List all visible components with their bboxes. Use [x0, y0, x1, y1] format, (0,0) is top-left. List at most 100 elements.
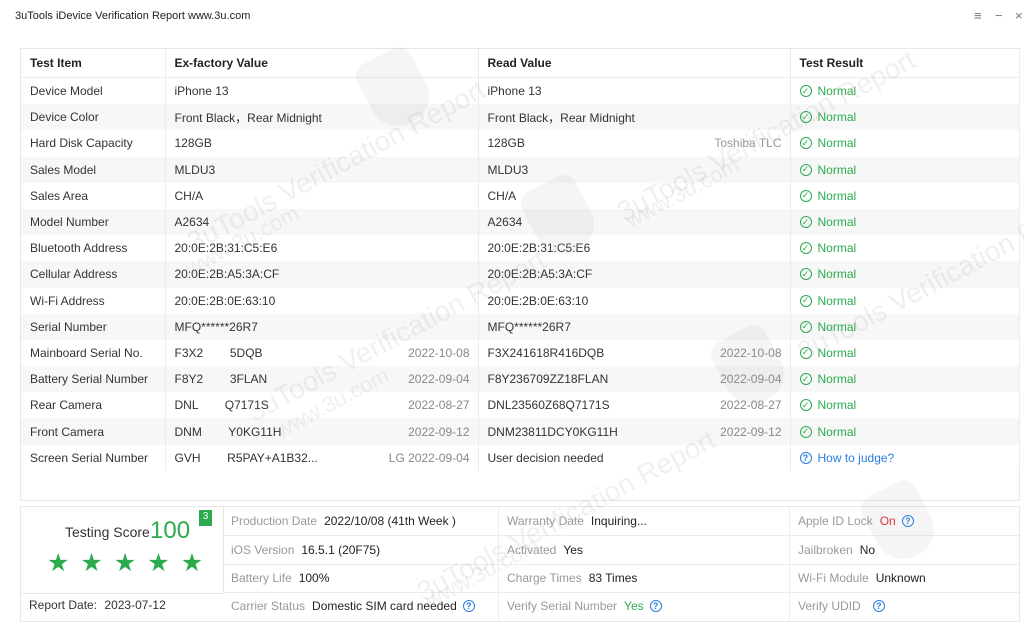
table-row: Battery Serial Number F8Y2 3FLAN 2022-09-0…: [21, 366, 1020, 393]
ex-factory-value: CH/A: [174, 188, 204, 203]
result-normal: ✓ Normal: [799, 398, 856, 412]
test-result-cell: ✓ Normal: [790, 287, 1020, 314]
test-result-cell: ✓ Normal: [790, 392, 1020, 419]
star-icon: ★: [147, 549, 170, 577]
header-read-value: Read Value: [478, 49, 791, 78]
read-value: User decision needed: [487, 450, 604, 465]
warranty-date: Warranty Date Inquiring...: [507, 514, 647, 528]
ex-factory-value: MFQ******26R7: [174, 319, 258, 334]
table-row: Front Camera DNM Y0KG11H 2022-09-12 DNM2381…: [21, 418, 1020, 445]
ex-factory-value-cell: 20:0E:2B:0E:63:10: [165, 287, 479, 314]
check-circle-icon: ✓: [799, 137, 812, 150]
read-value: 20:0E:2B:A5:3A:CF: [487, 267, 593, 282]
read-value-cell: MLDU3: [478, 156, 791, 183]
read-value-extra: 2022-09-12: [720, 424, 782, 439]
read-value: 20:0E:2B:31:C5:E6: [487, 241, 591, 256]
table-row: Sales Model MLDU3 MLDU3 ✓ Normal: [21, 156, 1020, 183]
test-item-label: Cellular Address: [30, 267, 118, 282]
test-result-cell: ✓ Normal: [790, 261, 1020, 288]
test-item-cell: Device Model: [21, 77, 166, 105]
test-item-label: Wi-Fi Address: [30, 293, 105, 308]
read-value-cell: DNM23811DCY0KG11H 2022-09-12: [478, 418, 791, 445]
title-bar: 3uTools iDevice Verification Report www.…: [0, 0, 1024, 34]
how-to-judge-link[interactable]: ? How to judge?: [799, 451, 894, 465]
read-value-cell: A2634: [478, 208, 791, 236]
test-item-cell: Bluetooth Address: [21, 235, 166, 262]
table-row: Cellular Address 20:0E:2B:A5:3A:CF 20:0E:2…: [21, 261, 1020, 288]
apple-id-lock: Apple ID Lock On ?: [790, 507, 914, 535]
test-result-cell: ✓ Normal: [790, 156, 1020, 183]
check-circle-icon: ✓: [799, 294, 812, 307]
table-row: Device Color Front Black，Rear Midnight Fro…: [21, 104, 1020, 131]
ex-factory-date: LG 2022-09-04: [388, 450, 470, 465]
header-test-result: Test Result: [790, 49, 1020, 78]
minimize-icon[interactable]: −: [995, 8, 1003, 23]
ex-factory-value-cell: A2634: [165, 208, 479, 236]
score-badge: 3: [199, 510, 212, 526]
star-rating: ★ ★ ★ ★ ★: [47, 551, 203, 576]
report-date: Report Date: 2023-07-12: [29, 598, 166, 612]
result-normal: ✓ Normal: [799, 136, 856, 150]
test-result-cell: ✓ Normal: [790, 208, 1020, 236]
ex-factory-value: DNM Y0KG11H: [174, 424, 282, 439]
read-value: F8Y236709ZZ18FLAN: [487, 372, 609, 387]
read-value: 128GB: [487, 136, 525, 151]
read-value-cell: Front Black，Rear Midnight: [478, 104, 791, 131]
battery-life: Battery Life 100%: [231, 571, 330, 585]
read-value-cell: 20:0E:2B:31:C5:E6: [478, 235, 791, 262]
header-test-item: Test Item: [21, 49, 166, 78]
report-date-value: 2023-07-12: [104, 598, 166, 612]
ex-factory-value-cell: 128GB: [165, 130, 479, 157]
help-icon[interactable]: ?: [901, 515, 914, 527]
test-result-cell: ✓ Normal: [790, 130, 1020, 157]
check-circle-icon: ✓: [799, 189, 812, 202]
test-item-cell: Serial Number: [21, 313, 166, 340]
ex-factory-value: MLDU3: [174, 162, 216, 177]
close-icon[interactable]: ×: [1015, 8, 1023, 23]
ex-factory-value-cell: Front Black，Rear Midnight: [165, 104, 479, 131]
test-item-label: Hard Disk Capacity: [30, 136, 133, 151]
check-circle-icon: ✓: [799, 163, 812, 176]
test-item-label: Front Camera: [30, 424, 105, 439]
ex-factory-value: 20:0E:2B:0E:63:10: [174, 293, 276, 308]
result-normal: ✓ Normal: [799, 372, 856, 386]
star-icon: ★: [113, 549, 137, 577]
ex-factory-date: 2022-10-08: [408, 345, 470, 360]
test-item-cell: Hard Disk Capacity: [21, 130, 166, 157]
check-circle-icon: ✓: [799, 216, 812, 229]
menu-icon[interactable]: ≡: [974, 8, 982, 23]
help-icon[interactable]: ?: [872, 600, 885, 612]
testing-score-value: 100: [150, 517, 191, 544]
ios-version: iOS Version 16.5.1 (20F75): [231, 543, 381, 557]
ex-factory-value: 20:0E:2B:A5:3A:CF: [174, 267, 280, 282]
ex-factory-value: A2634: [174, 215, 210, 230]
read-value-extra: Toshiba TLC: [714, 136, 782, 151]
test-item-cell: Front Camera: [21, 418, 166, 445]
check-circle-icon: ✓: [799, 85, 812, 98]
test-item-label: Bluetooth Address: [30, 241, 128, 256]
read-value-cell: 20:0E:2B:A5:3A:CF: [478, 261, 791, 288]
test-item-cell: Sales Area: [21, 182, 166, 209]
help-icon[interactable]: ?: [462, 600, 475, 612]
result-normal: ✓ Normal: [799, 320, 856, 334]
test-result-cell[interactable]: ? How to judge?: [790, 444, 1020, 471]
read-value-cell: F3X241618R416DQB 2022-10-08: [478, 339, 791, 367]
check-circle-icon: ✓: [799, 373, 812, 386]
ex-factory-value-cell: iPhone 13: [165, 77, 479, 105]
read-value: MFQ******26R7: [487, 319, 571, 334]
read-value-cell: iPhone 13: [478, 77, 791, 105]
help-icon[interactable]: ?: [649, 600, 662, 612]
read-value-cell: User decision needed: [478, 444, 791, 471]
ex-factory-value: F8Y2 3FLAN: [174, 372, 268, 387]
test-result-cell: ✓ Normal: [790, 235, 1020, 262]
test-result-cell: ✓ Normal: [790, 182, 1020, 209]
test-item-label: Battery Serial Number: [30, 372, 149, 387]
ex-factory-date: 2022-09-12: [408, 424, 470, 439]
test-item-cell: Rear Camera: [21, 392, 166, 419]
ex-factory-value: Front Black，Rear Midnight: [174, 110, 322, 125]
read-value-extra: 2022-08-27: [720, 398, 782, 413]
check-circle-icon: ✓: [799, 320, 812, 333]
test-result-cell: ✓ Normal: [790, 77, 1020, 105]
ex-factory-value: GVH R5PAY+A1B32...: [174, 450, 318, 465]
read-value-cell: MFQ******26R7: [478, 313, 791, 340]
